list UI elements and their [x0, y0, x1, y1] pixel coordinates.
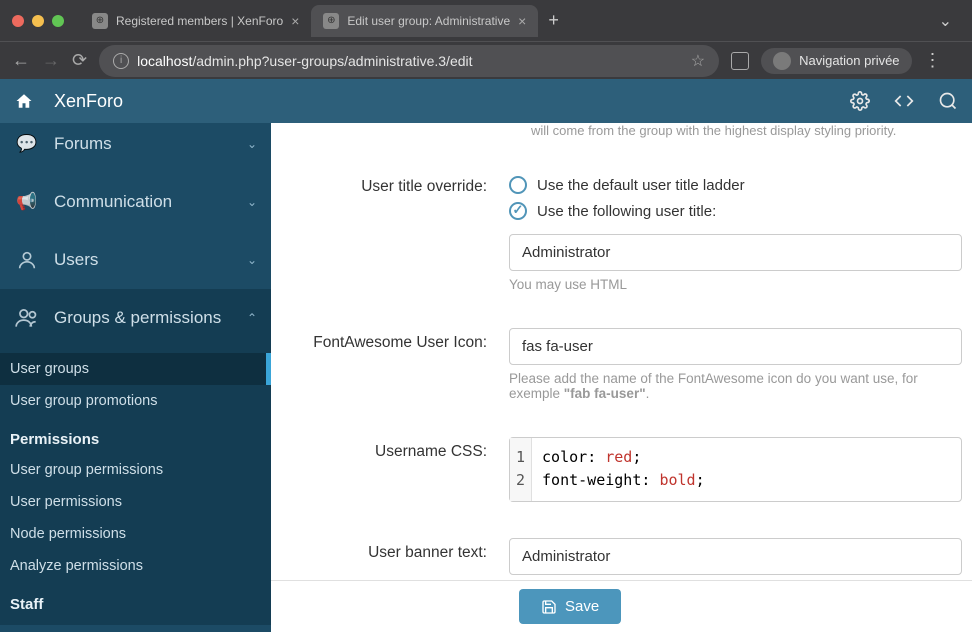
bookmark-icon[interactable]: ☆ — [691, 51, 705, 71]
fa-icon-label: FontAwesome User Icon: — [281, 328, 509, 401]
megaphone-icon: 📢 — [14, 189, 40, 215]
gear-icon[interactable] — [850, 91, 870, 111]
save-icon — [541, 599, 557, 615]
device-toolbar-icon[interactable] — [731, 52, 749, 70]
tabs-menu-icon[interactable]: ⌄ — [939, 11, 952, 31]
title-override-label: User title override: — [281, 172, 509, 292]
username-css-label: Username CSS: — [281, 437, 509, 502]
user-title-input[interactable] — [509, 234, 962, 271]
code-body: color: red; font-weight: bold; — [532, 438, 715, 501]
browser-tab[interactable]: ⊕ Registered members | XenForo × — [80, 5, 311, 37]
users-group-icon — [14, 305, 40, 331]
browser-menu-icon[interactable]: ⋮ — [924, 50, 942, 71]
sub-heading-staff: Staff — [0, 582, 271, 619]
new-tab-button[interactable]: + — [538, 10, 569, 31]
home-icon[interactable] — [14, 92, 34, 110]
save-button[interactable]: Save — [519, 589, 621, 624]
tab-title: Edit user group: Administrative — [347, 14, 510, 28]
url-text: localhost/admin.php?user-groups/administ… — [137, 53, 472, 69]
tabs-container: ⊕ Registered members | XenForo × ⊕ Edit … — [80, 5, 960, 37]
tab-title: Registered members | XenForo — [116, 14, 283, 28]
code-icon[interactable] — [894, 91, 914, 111]
fa-icon-hint: Please add the name of the FontAwesome i… — [509, 371, 962, 401]
nav-label: Forums — [54, 134, 112, 154]
banner-text-input[interactable] — [509, 538, 962, 575]
nav-forums[interactable]: 💬 Forums ⌄ — [0, 123, 271, 173]
nav-users[interactable]: Users ⌄ — [0, 231, 271, 289]
browser-tab-active[interactable]: ⊕ Edit user group: Administrative × — [311, 5, 538, 37]
sub-user-groups[interactable]: User groups — [0, 353, 271, 385]
content-area: will come from the group with the highes… — [271, 123, 972, 632]
chevron-down-icon: ⌄ — [247, 137, 257, 151]
nav-label: Groups & permissions — [54, 308, 221, 328]
main-layout: 💬 Forums ⌄ 📢 Communication ⌄ Users ⌄ Gro… — [0, 123, 972, 632]
sub-heading-permissions: Permissions — [0, 417, 271, 454]
radio-following-title[interactable]: Use the following user title: — [509, 198, 962, 224]
radio-default-ladder[interactable]: Use the default user title ladder — [509, 172, 962, 198]
save-label: Save — [565, 598, 599, 615]
profile-label: Navigation privée — [799, 53, 899, 68]
title-hint: You may use HTML — [509, 277, 962, 292]
app-header: XenForo — [0, 79, 972, 123]
nav-label: Communication — [54, 192, 172, 212]
radio-label: Use the default user title ladder — [537, 177, 745, 194]
sub-user-permissions[interactable]: User permissions — [0, 486, 271, 518]
back-button[interactable]: ← — [12, 50, 30, 71]
chevron-up-icon: ⌃ — [247, 311, 257, 325]
nav-label: Users — [54, 250, 98, 270]
radio-icon — [509, 176, 527, 194]
field-title-override: User title override: Use the default use… — [281, 154, 962, 310]
search-icon[interactable] — [938, 91, 958, 111]
favicon-icon: ⊕ — [92, 13, 108, 29]
nav-groups-permissions[interactable]: Groups & permissions ⌃ — [0, 289, 271, 347]
sub-node-permissions[interactable]: Node permissions — [0, 518, 271, 550]
minimize-window-button[interactable] — [32, 15, 44, 27]
maximize-window-button[interactable] — [52, 15, 64, 27]
save-bar: Save — [271, 580, 972, 632]
forward-button[interactable]: → — [42, 50, 60, 71]
radio-label: Use the following user title: — [537, 203, 716, 220]
sidebar: 💬 Forums ⌄ 📢 Communication ⌄ Users ⌄ Gro… — [0, 123, 271, 632]
field-fa-icon: FontAwesome User Icon: Please add the na… — [281, 310, 962, 419]
user-icon — [14, 247, 40, 273]
css-code-editor[interactable]: 12 color: red; font-weight: bold; — [509, 437, 962, 502]
chevron-down-icon: ⌄ — [247, 195, 257, 209]
browser-toolbar: ← → ⟳ i localhost/admin.php?user-groups/… — [0, 41, 972, 79]
close-tab-icon[interactable]: × — [518, 13, 526, 29]
close-tab-icon[interactable]: × — [291, 13, 299, 29]
sub-nav: User groups User group promotions Permis… — [0, 347, 271, 625]
sub-user-group-promotions[interactable]: User group promotions — [0, 385, 271, 417]
close-window-button[interactable] — [12, 15, 24, 27]
profile-badge[interactable]: Navigation privée — [761, 48, 911, 74]
incognito-icon — [773, 52, 791, 70]
nav-communication[interactable]: 📢 Communication ⌄ — [0, 173, 271, 231]
browser-tab-bar: ⊕ Registered members | XenForo × ⊕ Edit … — [0, 0, 972, 41]
radio-checked-icon — [509, 202, 527, 220]
site-info-icon[interactable]: i — [113, 53, 129, 69]
line-numbers: 12 — [510, 438, 532, 501]
traffic-lights — [12, 15, 64, 27]
fa-icon-input[interactable] — [509, 328, 962, 365]
reload-button[interactable]: ⟳ — [72, 50, 87, 71]
field-username-css: Username CSS: 12 color: red; font-weight… — [281, 419, 962, 520]
app-title[interactable]: XenForo — [54, 91, 123, 112]
address-bar[interactable]: i localhost/admin.php?user-groups/admini… — [99, 45, 719, 77]
sub-analyze-permissions[interactable]: Analyze permissions — [0, 550, 271, 582]
favicon-icon: ⊕ — [323, 13, 339, 29]
chevron-down-icon: ⌄ — [247, 253, 257, 267]
chat-icon: 💬 — [14, 131, 40, 157]
sub-user-group-permissions[interactable]: User group permissions — [0, 454, 271, 486]
header-actions — [850, 91, 958, 111]
priority-hint: will come from the group with the highes… — [281, 123, 962, 154]
